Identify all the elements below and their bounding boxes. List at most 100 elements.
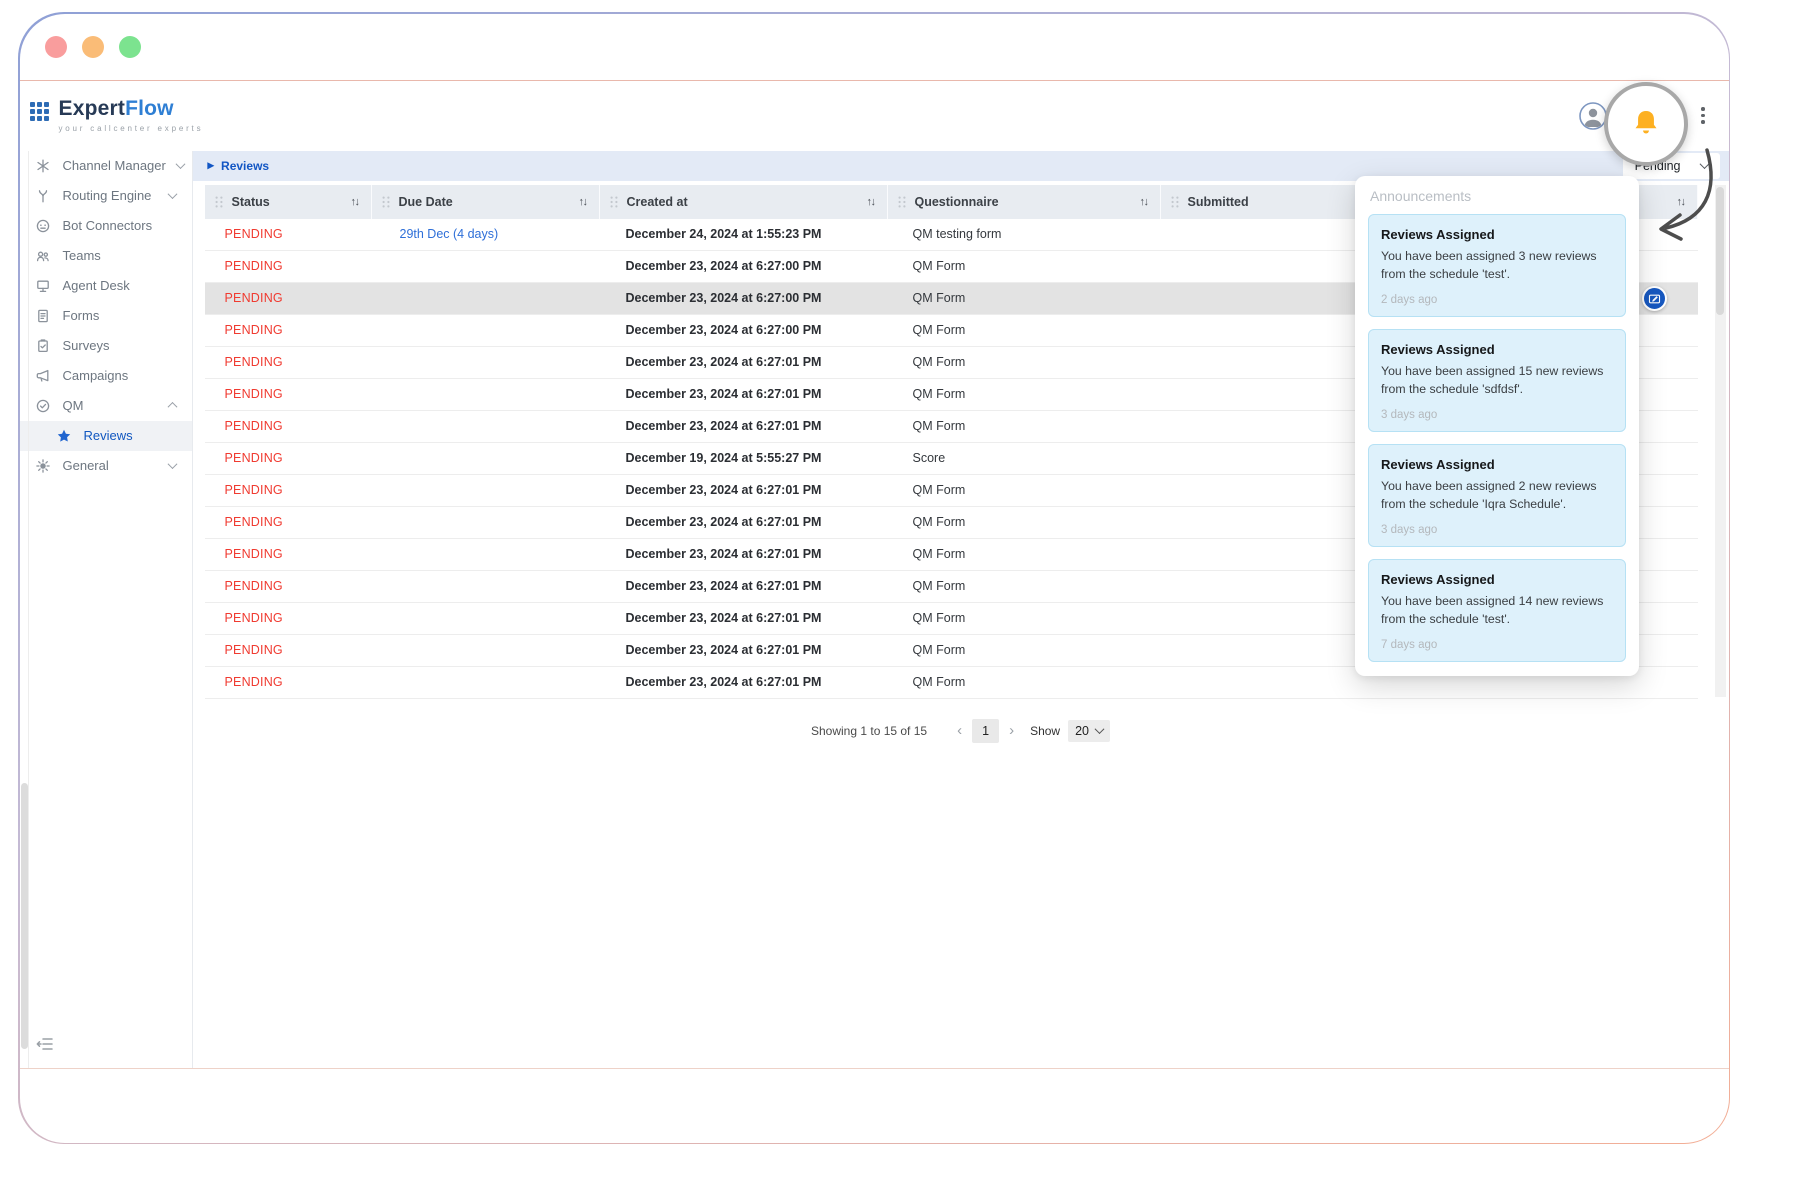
created-at-value: December 23, 2024 at 6:27:01 PM — [600, 603, 888, 634]
breadcrumb-arrow-icon: ▶ — [208, 161, 215, 170]
brand-tagline: your callcenter experts — [59, 124, 204, 133]
column-header-due-date[interactable]: Due Date ↑↓ — [372, 185, 600, 219]
chevron-down-icon — [167, 459, 177, 469]
pagination-next-icon[interactable]: › — [1003, 723, 1020, 738]
questionnaire-value: QM testing form — [888, 219, 1161, 250]
sidebar-item-qm[interactable]: QM — [20, 391, 192, 421]
sidebar-scroll-track — [28, 151, 29, 1068]
created-at-value: December 23, 2024 at 6:27:01 PM — [600, 635, 888, 666]
page-size-dropdown[interactable]: 20 — [1068, 720, 1110, 742]
chevron-down-icon — [1699, 159, 1709, 169]
sidebar-item-forms[interactable]: Forms — [20, 301, 192, 331]
questionnaire-value: QM Form — [888, 347, 1161, 378]
announcement-timestamp: 7 days ago — [1381, 639, 1613, 651]
drag-handle-icon[interactable] — [382, 196, 390, 208]
agent-desk-icon — [35, 278, 52, 294]
sidebar-item-channel-manager[interactable]: Channel Manager — [20, 151, 192, 181]
window-close-button[interactable] — [45, 36, 67, 58]
status-badge: PENDING — [205, 443, 372, 474]
due-date-link[interactable]: 29th Dec (4 days) — [372, 219, 600, 250]
screen: ExpertFlow your callcenter experts — [0, 0, 1816, 1194]
general-icon — [35, 458, 52, 474]
pagination-prev-icon[interactable]: ‹ — [951, 723, 968, 738]
announcement-card[interactable]: Reviews AssignedYou have been assigned 2… — [1368, 444, 1626, 547]
created-at-value: December 23, 2024 at 6:27:00 PM — [600, 315, 888, 346]
window-maximize-button[interactable] — [119, 36, 141, 58]
announcement-card[interactable]: Reviews Assigned You have been assigned 3… — [1368, 214, 1626, 317]
announcement-card[interactable]: Reviews Assigned You have been assigned 1… — [1368, 329, 1626, 432]
column-label: Due Date — [399, 195, 453, 209]
sort-icon[interactable]: ↑↓ — [867, 196, 875, 208]
status-badge: PENDING — [205, 283, 372, 314]
due-date-link — [372, 411, 600, 442]
announcement-body: You have been assigned 15 new reviews fr… — [1381, 362, 1613, 399]
sidebar-item-teams[interactable]: Teams — [20, 241, 192, 271]
column-label: Status — [232, 195, 270, 209]
due-date-link — [372, 507, 600, 538]
sidebar-item-label: Surveys — [63, 338, 110, 353]
notifications-bell-button[interactable] — [1604, 82, 1688, 166]
created-at-value: December 23, 2024 at 6:27:01 PM — [600, 539, 888, 570]
window-minimize-button[interactable] — [82, 36, 104, 58]
status-badge: PENDING — [205, 539, 372, 570]
pagination-page-button[interactable]: 1 — [972, 719, 999, 743]
sidebar-item-bot-connectors[interactable]: Bot Connectors — [20, 211, 192, 241]
drag-handle-icon[interactable] — [610, 196, 618, 208]
questionnaire-value: QM Form — [888, 411, 1161, 442]
bell-icon — [1629, 107, 1663, 141]
questionnaire-value: QM Form — [888, 475, 1161, 506]
sidebar-item-label: Agent Desk — [63, 278, 130, 293]
brand-logo: ExpertFlow your callcenter experts — [30, 98, 204, 133]
questionnaire-value: QM Form — [888, 379, 1161, 410]
column-header-questionnaire[interactable]: Questionnaire↑↓ — [888, 185, 1161, 219]
drag-handle-icon[interactable] — [1171, 196, 1179, 208]
sidebar-item-reviews[interactable]: Reviews — [20, 421, 192, 451]
sidebar-scroll-thumb[interactable] — [21, 783, 28, 1049]
status-badge: PENDING — [205, 411, 372, 442]
due-date-link — [372, 379, 600, 410]
announcement-title: Reviews Assigned — [1381, 227, 1613, 242]
sort-icon[interactable]: ↑↓ — [579, 196, 587, 208]
sidebar-item-label: Teams — [63, 248, 101, 263]
drag-handle-icon[interactable] — [215, 196, 223, 208]
breadcrumb[interactable]: ▶ Reviews — [208, 159, 270, 173]
due-date-link — [372, 283, 600, 314]
sidebar-item-agent-desk[interactable]: Agent Desk — [20, 271, 192, 301]
due-date-link — [372, 347, 600, 378]
user-avatar[interactable] — [1579, 102, 1607, 130]
pagination-summary: Showing 1 to 15 of 15 — [811, 724, 927, 738]
table-scrollbar-thumb[interactable] — [1716, 187, 1724, 315]
sort-icon[interactable]: ↑↓ — [351, 196, 359, 208]
sidebar-item-label: QM — [63, 398, 84, 413]
footer-space — [20, 1069, 1729, 1143]
edit-review-button[interactable] — [1642, 286, 1667, 311]
due-date-link — [372, 251, 600, 282]
announcement-title: Reviews Assigned — [1381, 342, 1613, 357]
column-header-status[interactable]: Status ↑↓ — [205, 185, 372, 219]
sort-icon[interactable]: ↑↓ — [1677, 196, 1685, 208]
created-at-value: December 23, 2024 at 6:27:01 PM — [600, 571, 888, 602]
sidebar-item-label: Campaigns — [63, 368, 129, 383]
column-header-created-at[interactable]: Created at↑↓ — [600, 185, 888, 219]
status-badge: PENDING — [205, 603, 372, 634]
sidebar-item-routing-engine[interactable]: Routing Engine — [20, 181, 192, 211]
sidebar-item-label: Bot Connectors — [63, 218, 153, 233]
sidebar-collapse-icon[interactable] — [36, 1037, 54, 1056]
due-date-link — [372, 667, 600, 698]
questionnaire-value: QM Form — [888, 315, 1161, 346]
questionnaire-value: QM Form — [888, 539, 1161, 570]
due-date-link — [372, 571, 600, 602]
announcement-card[interactable]: Reviews AssignedYou have been assigned 1… — [1368, 559, 1626, 662]
chevron-down-icon — [167, 189, 177, 199]
created-at-value: December 23, 2024 at 6:27:01 PM — [600, 411, 888, 442]
sidebar-item-general[interactable]: General — [20, 451, 192, 481]
surveys-icon — [35, 338, 52, 354]
status-badge: PENDING — [205, 475, 372, 506]
sidebar-item-campaigns[interactable]: Campaigns — [20, 361, 192, 391]
sidebar-item-surveys[interactable]: Surveys — [20, 331, 192, 361]
announcement-body: You have been assigned 3 new reviews fro… — [1381, 247, 1613, 284]
status-badge: PENDING — [205, 571, 372, 602]
drag-handle-icon[interactable] — [898, 196, 906, 208]
sort-icon[interactable]: ↑↓ — [1140, 196, 1148, 208]
kebab-menu-icon[interactable] — [1697, 103, 1709, 128]
